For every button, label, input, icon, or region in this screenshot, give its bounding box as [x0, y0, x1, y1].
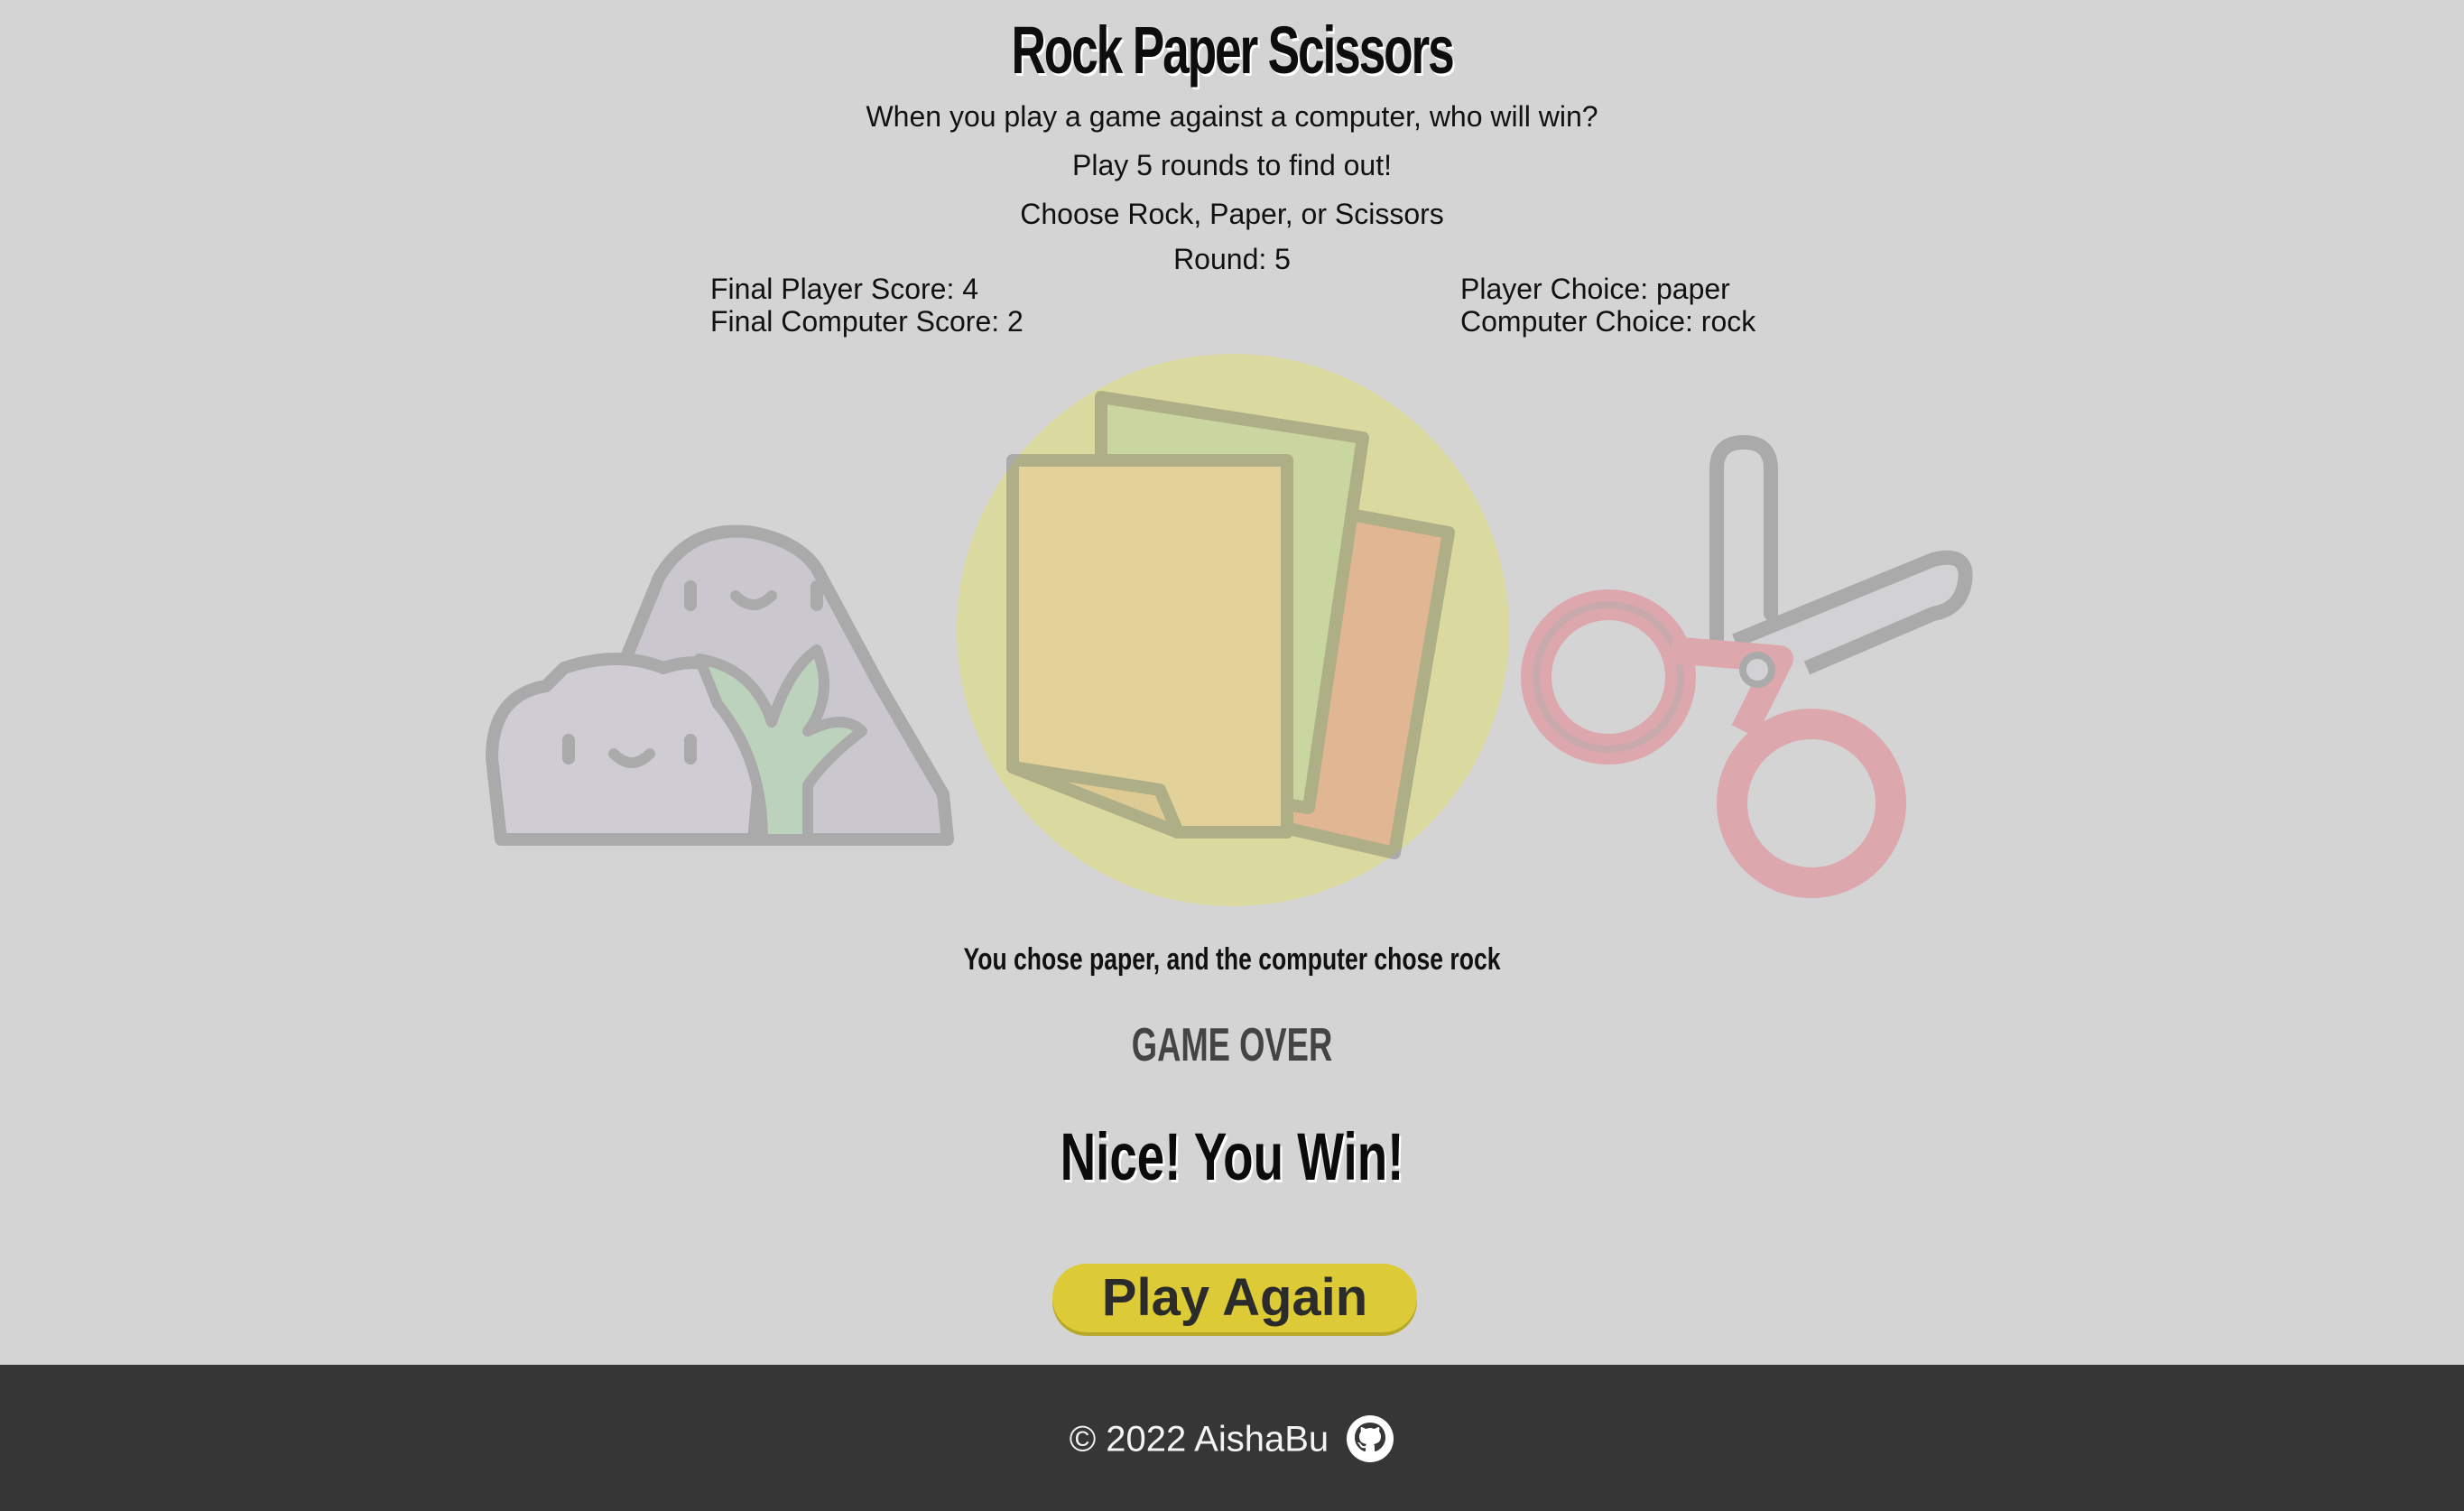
- paper-icon: [957, 354, 1509, 906]
- rock-icon: [486, 524, 954, 846]
- computer-score: Final Computer Score: 2: [710, 305, 1024, 338]
- round-result: You chose paper, and the computer chose …: [963, 942, 1501, 977]
- scissors-choice-button[interactable]: [1509, 433, 1978, 912]
- copyright-text: © 2022 AishaBu: [1069, 1419, 1329, 1460]
- play-again-button[interactable]: Play Again: [1052, 1264, 1417, 1332]
- intro-rounds: Play 5 rounds to find out!: [1072, 149, 1392, 181]
- intro-question: When you play a game against a computer,…: [866, 100, 1598, 133]
- rock-choice-button[interactable]: [483, 487, 961, 848]
- choice-panel: Player Choice: paper Computer Choice: ro…: [1460, 273, 1755, 338]
- player-choice: Player Choice: paper: [1460, 273, 1730, 305]
- score-panel: Final Player Score: 4 Final Computer Sco…: [710, 273, 1024, 338]
- intro-instruction: Choose Rock, Paper, or Scissors: [1020, 198, 1444, 230]
- footer: © 2022 AishaBu: [0, 1365, 2464, 1511]
- player-score: Final Player Score: 4: [710, 273, 979, 305]
- page-title: Rock Paper Scissors: [1011, 13, 1454, 88]
- footer-content: © 2022 AishaBu: [0, 1412, 2464, 1464]
- scissors-icon: [1521, 434, 1973, 898]
- round-counter: Round: 5: [1173, 243, 1291, 275]
- game-over-label: GAME OVER: [1131, 1019, 1333, 1071]
- computer-choice: Computer Choice: rock: [1460, 305, 1756, 338]
- winner-message: Nice! You Win!: [1060, 1119, 1404, 1194]
- github-icon[interactable]: [1346, 1414, 1394, 1463]
- paper-choice-button[interactable]: [957, 352, 1509, 908]
- game-page: Rock Paper Scissors When you play a game…: [0, 0, 2464, 1511]
